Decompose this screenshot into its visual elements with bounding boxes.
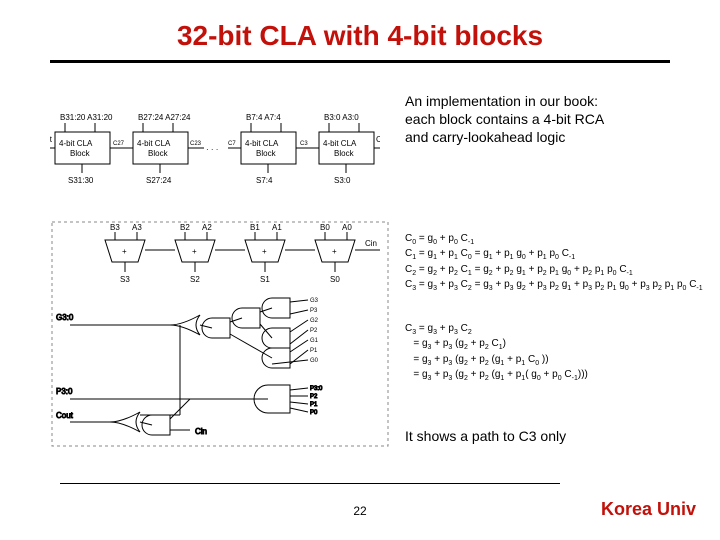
- svg-text:P3: P3: [310, 308, 318, 314]
- top-carry-3: C3: [300, 141, 308, 147]
- bottom-cout: Cout: [56, 411, 74, 420]
- top-block-label-0b: Block: [70, 149, 91, 158]
- top-dots: · · ·: [206, 145, 218, 154]
- eq-c3-line3: = g3 + p3 (g2 + p2 (g1 + p1 C0 )): [405, 353, 705, 368]
- svg-text:+: +: [122, 247, 127, 256]
- svg-text:P1: P1: [310, 348, 318, 354]
- top-input-1: B27:24 A27:24: [138, 113, 191, 122]
- carry-equations: C0 = g0 + p0 C-1 C1 = g1 + p1 C0 = g1 + …: [405, 232, 705, 294]
- eq-c3: C3 = g3 + p3 C2 = g3 + p3 g2 + p3 p2 g1 …: [405, 278, 705, 293]
- eq-c0: C0 = g0 + p0 C-1: [405, 232, 705, 247]
- slide-title: 32-bit CLA with 4-bit blocks: [0, 0, 720, 52]
- svg-text:S2: S2: [190, 275, 200, 284]
- pout-label: P3:0: [56, 387, 73, 396]
- top-block-diagram: B31:20 A31:20 4-bit CLA Block S31:30 B27…: [50, 110, 380, 205]
- top-desc-line1: An implementation in our book:: [405, 93, 598, 109]
- svg-text:A3: A3: [132, 223, 142, 232]
- c3-expansion: C3 = g3 + p3 C2 = g3 + p3 (g2 + p2 C1) =…: [405, 322, 705, 384]
- svg-text:S3: S3: [120, 275, 130, 284]
- top-s-0: S31:30: [68, 176, 94, 185]
- footer-rule: [60, 483, 560, 484]
- university-name: Korea Univ: [601, 499, 696, 520]
- svg-text:Block: Block: [148, 149, 169, 158]
- top-desc-line2: each block contains a 4-bit RCA: [405, 111, 604, 127]
- svg-text:A0: A0: [342, 223, 352, 232]
- svg-text:B1: B1: [250, 223, 260, 232]
- top-block-label-0a: 4-bit CLA: [59, 139, 93, 148]
- top-s-1: S27:24: [146, 176, 172, 185]
- svg-text:+: +: [332, 247, 337, 256]
- svg-text:+: +: [192, 247, 197, 256]
- top-carry-2: C7: [228, 141, 236, 147]
- svg-text:+: +: [262, 247, 267, 256]
- title-underline: [50, 60, 670, 63]
- svg-text:G2: G2: [310, 318, 319, 324]
- eq-c3-line4: = g3 + p3 (g2 + p2 (g1 + p1( g0 + p0 C-1…: [405, 368, 705, 383]
- svg-text:B2: B2: [180, 223, 190, 232]
- bit-adders: B3 A3 + S3 B2 A2 + S2 B1 A1: [105, 223, 380, 284]
- svg-text:P2: P2: [310, 394, 318, 400]
- svg-text:G1: G1: [310, 338, 319, 344]
- svg-text:Block: Block: [256, 149, 277, 158]
- svg-text:B3: B3: [110, 223, 120, 232]
- cin-bottom: Cin: [195, 427, 207, 436]
- svg-text:G0: G0: [310, 358, 319, 364]
- svg-text:4-bit CLA: 4-bit CLA: [323, 139, 357, 148]
- eq-c1: C1 = g1 + p1 C0 = g1 + p1 g0 + p1 p0 C-1: [405, 247, 705, 262]
- svg-text:A1: A1: [272, 223, 282, 232]
- eq-c3-line1: C3 = g3 + p3 C2: [405, 322, 705, 337]
- top-desc-line3: and carry-lookahead logic: [405, 129, 565, 145]
- svg-text:4-bit CLA: 4-bit CLA: [245, 139, 279, 148]
- svg-text:P0: P0: [310, 410, 318, 416]
- svg-text:4-bit CLA: 4-bit CLA: [137, 139, 171, 148]
- svg-text:G3: G3: [310, 298, 319, 304]
- gp-labels: G3 P3 G2 P2 G1 P1 G0: [310, 298, 319, 364]
- svg-text:Block: Block: [334, 149, 355, 158]
- svg-text:S1: S1: [260, 275, 270, 284]
- top-s-3: S3:0: [334, 176, 351, 185]
- svg-text:A2: A2: [202, 223, 212, 232]
- top-cout-text: Cout: [50, 135, 53, 144]
- top-input-2: B7:4 A7:4: [246, 113, 281, 122]
- top-s-2: S7:4: [256, 176, 273, 185]
- svg-text:B0: B0: [320, 223, 330, 232]
- top-description: An implementation in our book: each bloc…: [405, 92, 695, 147]
- top-input-0: B31:20 A31:20: [60, 113, 113, 122]
- eq-c3-line2: = g3 + p3 (g2 + p2 C1): [405, 337, 705, 352]
- svg-text:P2: P2: [310, 328, 318, 334]
- bottom-note: It shows a path to C3 only: [405, 428, 566, 444]
- top-carry-1: C23: [190, 141, 202, 147]
- bottom-block-diagram: B3 A3 + S3 B2 A2 + S2 B1 A1: [50, 220, 380, 455]
- gout-label: G3:0: [56, 313, 74, 322]
- lookahead-logic: G3:0: [56, 298, 308, 368]
- p-bus-label: P3:0: [310, 386, 323, 392]
- svg-text:P1: P1: [310, 402, 318, 408]
- svg-text:S0: S0: [330, 275, 340, 284]
- top-input-3: B3:0 A3:0: [324, 113, 359, 122]
- bottom-cin: Cin: [365, 239, 377, 248]
- eq-c2: C2 = g2 + p2 C1 = g2 + p2 g1 + p2 p1 g0 …: [405, 263, 705, 278]
- top-carry-0: C27: [113, 141, 125, 147]
- top-cin-text: Cin: [376, 135, 380, 144]
